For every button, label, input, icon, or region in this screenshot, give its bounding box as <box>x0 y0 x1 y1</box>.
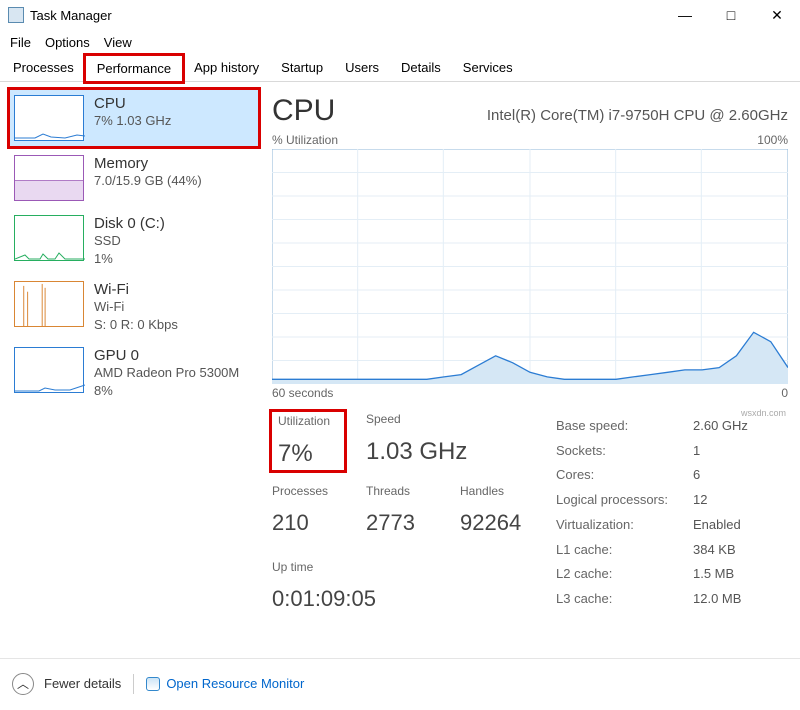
window-title: Task Manager <box>30 8 112 23</box>
y-axis-label: % Utilization <box>272 133 338 147</box>
page-title: CPU <box>272 94 335 128</box>
spec-label: L3 cache: <box>556 587 691 610</box>
stat-value: 7% <box>278 440 338 468</box>
spec-value: Enabled <box>693 513 748 536</box>
fewer-details-label: Fewer details <box>44 676 121 691</box>
sidebar-item-wifi[interactable]: Wi-Fi Wi-Fi S: 0 R: 0 Kbps <box>10 276 258 338</box>
sidebar-item-title: CPU <box>94 95 171 112</box>
spec-label: Cores: <box>556 464 691 487</box>
spec-value: 12 <box>693 488 748 511</box>
spec-label: Virtualization: <box>556 513 691 536</box>
stat-label: Speed <box>366 412 467 426</box>
chevron-up-icon: ︿ <box>12 673 34 695</box>
sidebar-item-gpu[interactable]: GPU 0 AMD Radeon Pro 5300M 8% <box>10 342 258 404</box>
stat-label: Utilization <box>278 414 338 428</box>
cpu-model: Intel(R) Core(TM) i7-9750H CPU @ 2.60GHz <box>487 107 788 124</box>
spec-label: Base speed: <box>556 414 691 437</box>
spec-value: 1 <box>693 439 748 462</box>
spec-value: 12.0 MB <box>693 587 748 610</box>
window-titlebar: Task Manager — □ ✕ <box>0 0 800 30</box>
sidebar-item-title: Disk 0 (C:) <box>94 215 165 232</box>
stat-label: Handles <box>460 484 532 498</box>
stat-threads: Threads 2773 <box>366 484 438 536</box>
main-panel: CPU Intel(R) Core(TM) i7-9750H CPU @ 2.6… <box>258 82 800 658</box>
stat-value: 210 <box>272 510 344 536</box>
spec-value: 384 KB <box>693 538 748 561</box>
menu-bar: File Options View <box>0 30 800 55</box>
open-resource-monitor-link[interactable]: Open Resource Monitor <box>146 676 304 691</box>
tab-startup[interactable]: Startup <box>270 55 334 81</box>
stat-value: 1.03 GHz <box>366 438 467 466</box>
cpu-utilization-graph[interactable] <box>272 149 788 384</box>
stat-label: Threads <box>366 484 438 498</box>
stat-utilization: Utilization 7% <box>272 412 344 470</box>
menu-file[interactable]: File <box>6 33 35 52</box>
spec-value: 6 <box>693 464 748 487</box>
spec-label: L2 cache: <box>556 563 691 586</box>
spec-value: 1.5 MB <box>693 563 748 586</box>
disk-thumbnail <box>14 215 84 261</box>
fewer-details-button[interactable]: ︿ Fewer details <box>12 673 121 695</box>
stat-label: Processes <box>272 484 344 498</box>
cpu-specs-table: Base speed:2.60 GHz Sockets:1 Cores:6 Lo… <box>554 412 750 612</box>
resource-monitor-label: Open Resource Monitor <box>166 676 304 691</box>
tab-users[interactable]: Users <box>334 55 390 81</box>
x-axis-left: 60 seconds <box>272 386 333 400</box>
stat-value: 92264 <box>460 510 532 536</box>
minimize-button[interactable]: — <box>662 0 708 30</box>
watermark: wsxdn.com <box>741 408 786 418</box>
app-icon <box>8 7 24 23</box>
sidebar-item-title: Memory <box>94 155 202 172</box>
stat-uptime: Up time 0:01:09:05 <box>272 560 532 612</box>
sidebar-item-title: Wi-Fi <box>94 281 178 298</box>
tab-performance[interactable]: Performance <box>85 55 183 82</box>
tab-app-history[interactable]: App history <box>183 55 270 81</box>
stat-value: 2773 <box>366 510 438 536</box>
wifi-thumbnail <box>14 281 84 327</box>
sidebar-item-subtitle2: 8% <box>94 382 239 400</box>
spec-label: L1 cache: <box>556 538 691 561</box>
stat-handles: Handles 92264 <box>460 484 532 536</box>
spec-label: Logical processors: <box>556 488 691 511</box>
sidebar-item-disk[interactable]: Disk 0 (C:) SSD 1% <box>10 210 258 272</box>
sidebar-item-memory[interactable]: Memory 7.0/15.9 GB (44%) <box>10 150 258 206</box>
spec-label: Sockets: <box>556 439 691 462</box>
tab-bar: Processes Performance App history Startu… <box>0 55 800 82</box>
sidebar-item-cpu[interactable]: CPU 7% 1.03 GHz <box>10 90 258 146</box>
sidebar-item-subtitle: 7% 1.03 GHz <box>94 112 171 130</box>
x-axis-right: 0 <box>781 386 788 400</box>
sidebar-item-subtitle: AMD Radeon Pro 5300M <box>94 364 239 382</box>
sidebar: CPU 7% 1.03 GHz Memory 7.0/15.9 GB (44%)… <box>0 82 258 658</box>
stat-label: Up time <box>272 560 532 574</box>
sidebar-item-subtitle2: S: 0 R: 0 Kbps <box>94 316 178 334</box>
close-button[interactable]: ✕ <box>754 0 800 30</box>
tab-details[interactable]: Details <box>390 55 452 81</box>
maximize-button[interactable]: □ <box>708 0 754 30</box>
sidebar-item-title: GPU 0 <box>94 347 239 364</box>
menu-view[interactable]: View <box>100 33 136 52</box>
stat-speed: Speed 1.03 GHz <box>366 412 467 470</box>
cpu-thumbnail <box>14 95 84 141</box>
tab-services[interactable]: Services <box>452 55 524 81</box>
tab-processes[interactable]: Processes <box>2 55 85 81</box>
sidebar-item-subtitle: 7.0/15.9 GB (44%) <box>94 172 202 190</box>
gpu-thumbnail <box>14 347 84 393</box>
spec-value: 2.60 GHz <box>693 414 748 437</box>
stat-processes: Processes 210 <box>272 484 344 536</box>
sidebar-item-subtitle: SSD <box>94 232 165 250</box>
memory-thumbnail <box>14 155 84 201</box>
sidebar-item-subtitle: Wi-Fi <box>94 298 178 316</box>
sidebar-item-subtitle2: 1% <box>94 250 165 268</box>
stat-value: 0:01:09:05 <box>272 586 532 612</box>
divider <box>133 674 134 694</box>
menu-options[interactable]: Options <box>41 33 94 52</box>
y-axis-max: 100% <box>757 133 788 147</box>
footer-bar: ︿ Fewer details Open Resource Monitor <box>0 658 800 708</box>
monitor-icon <box>146 677 160 691</box>
